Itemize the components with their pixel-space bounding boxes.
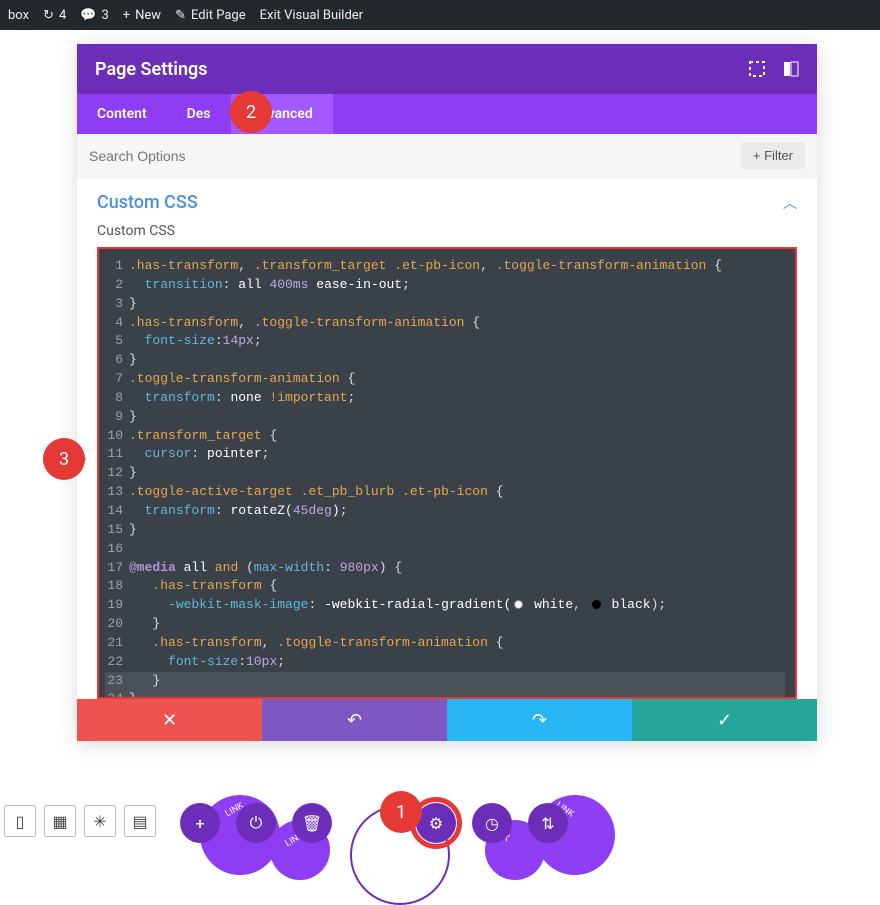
plus-icon: + — [123, 8, 130, 23]
wp-exit-vb[interactable]: Exit Visual Builder — [260, 8, 363, 23]
new-label: New — [135, 8, 161, 23]
zoom-button[interactable]: ✳ — [84, 805, 116, 837]
undo-icon: ↶ — [347, 710, 362, 731]
arrows-icon: ⇅ — [541, 814, 554, 833]
action-bar: ✕ ↶ ↷ ✓ — [77, 699, 817, 741]
search-input[interactable] — [89, 148, 519, 164]
pencil-icon: ✎ — [175, 8, 186, 23]
refresh-icon: ↻ — [43, 8, 54, 23]
wp-admin-bar: box ↻ 4 💬 3 + New ✎ Edit Page Exit Visua… — [0, 0, 880, 30]
search-row: + Filter — [77, 134, 817, 178]
tab-content[interactable]: Content — [77, 94, 167, 134]
annotation-1: 1 — [380, 791, 422, 833]
trash-button[interactable]: 🗑 — [292, 803, 332, 843]
add-button[interactable]: + — [180, 803, 220, 843]
wp-refresh[interactable]: ↻ 4 — [43, 8, 66, 23]
power-button[interactable]: ⏻ — [236, 803, 276, 843]
refresh-count: 4 — [59, 8, 66, 23]
trash-icon: 🗑 — [302, 814, 322, 833]
panel-tabs: Content Des Advanced 2 — [77, 94, 817, 134]
zoom-icon: ✳ — [93, 812, 106, 831]
expand-icon[interactable] — [749, 61, 765, 77]
wp-new[interactable]: + New — [123, 8, 161, 23]
power-icon: ⏻ — [250, 813, 263, 833]
wp-box[interactable]: box — [8, 8, 29, 23]
filter-button[interactable]: + Filter — [741, 142, 805, 169]
custom-css-label: Custom CSS — [77, 223, 817, 247]
panel-title: Page Settings — [95, 59, 208, 80]
grid-button[interactable]: ▤ — [124, 805, 156, 837]
tablet-icon: ▯ — [16, 812, 25, 831]
clock-icon: ◷ — [485, 814, 499, 833]
tablet-view-button[interactable]: ▯ — [4, 805, 36, 837]
section-title: Custom CSS — [97, 192, 198, 213]
settings-button[interactable]: ⚙ — [416, 803, 456, 843]
cancel-button[interactable]: ✕ — [77, 699, 262, 741]
builder-toolbar: + ⏻ 🗑 ⚙ ◷ ⇅ — [180, 803, 568, 843]
check-icon: ✓ — [717, 710, 732, 731]
plus-icon: + — [195, 814, 204, 833]
wireframe-icon: ▦ — [52, 812, 67, 831]
redo-button[interactable]: ↷ — [447, 699, 632, 741]
redo-icon: ↷ — [532, 710, 547, 731]
css-code-editor[interactable]: 1.has-transform, .transform_target .et-p… — [97, 247, 797, 699]
undo-button[interactable]: ↶ — [262, 699, 447, 741]
snap-icon[interactable] — [783, 61, 799, 77]
annotation-3: 3 — [43, 438, 85, 480]
page-settings-panel: Page Settings Content Des Advanced 2 + F… — [77, 44, 817, 741]
wp-edit-page[interactable]: ✎ Edit Page — [175, 8, 246, 23]
code-wrap: 1.has-transform, .transform_target .et-p… — [97, 247, 797, 699]
portability-button[interactable]: ⇅ — [528, 803, 568, 843]
annotation-2: 2 — [230, 91, 272, 133]
comment-icon: 💬 — [80, 8, 96, 23]
grid-icon: ▤ — [132, 812, 147, 831]
comment-count: 3 — [101, 8, 108, 23]
save-button[interactable]: ✓ — [632, 699, 817, 741]
wireframe-button[interactable]: ▦ — [44, 805, 76, 837]
panel-header: Page Settings — [77, 44, 817, 94]
viewport-toolbar: ▯ ▦ ✳ ▤ — [0, 805, 156, 837]
edit-label: Edit Page — [191, 8, 246, 23]
history-button[interactable]: ◷ — [472, 803, 512, 843]
chevron-up-icon: ︿ — [783, 193, 797, 213]
section-header[interactable]: Custom CSS ︿ — [77, 178, 817, 223]
close-icon: ✕ — [162, 710, 177, 731]
wp-comments[interactable]: 💬 3 — [80, 8, 109, 23]
